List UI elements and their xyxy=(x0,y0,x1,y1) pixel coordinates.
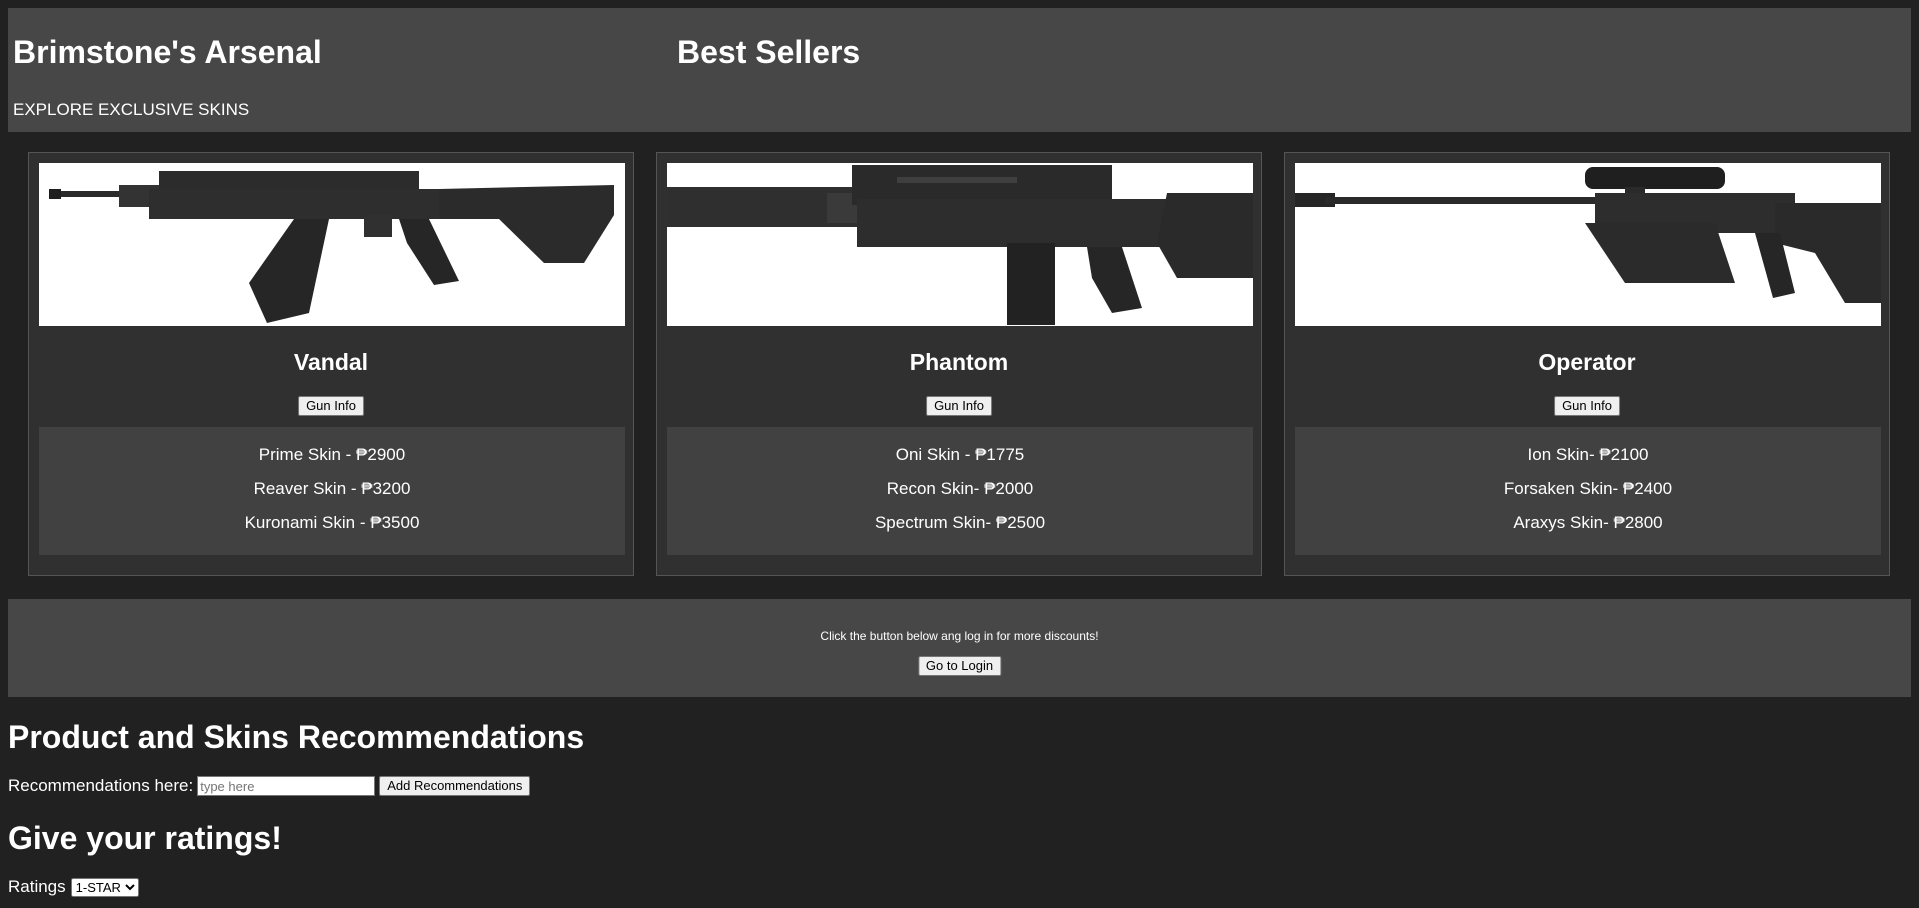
recommendations-label: Recommendations here: xyxy=(8,776,194,795)
operator-sniper-image xyxy=(1295,163,1881,326)
vandal-rifle-icon xyxy=(49,171,614,323)
brand-title: Brimstone's Arsenal xyxy=(13,34,322,70)
operator-sniper-icon xyxy=(1295,167,1881,303)
ratings-select[interactable]: 1-STAR xyxy=(70,877,139,897)
skin-item: Spectrum Skin- ₱2500 xyxy=(874,513,1046,532)
skin-list: Oni Skin - ₱1775 Recon Skin- ₱2000 Spect… xyxy=(667,427,1253,555)
gun-name: Vandal xyxy=(293,349,369,375)
skin-item: Oni Skin - ₱1775 xyxy=(895,445,1025,464)
vandal-rifle-image xyxy=(39,163,625,326)
product-card-operator: Operator Gun Info Ion Skin- ₱2100 Forsak… xyxy=(1284,152,1890,576)
login-promo-panel: Click the button below ang log in for mo… xyxy=(8,599,1911,697)
ratings-row: Ratings 1-STAR xyxy=(8,877,139,897)
gun-name: Operator xyxy=(1538,349,1636,375)
best-sellers-title: Best Sellers xyxy=(677,34,861,70)
product-card-phantom: Phantom Gun Info Oni Skin - ₱1775 Recon … xyxy=(656,152,1262,576)
phantom-rifle-icon xyxy=(667,165,1253,325)
gun-info-button[interactable]: Gun Info xyxy=(926,396,992,416)
skin-list: Prime Skin - ₱2900 Reaver Skin - ₱3200 K… xyxy=(39,427,625,555)
go-to-login-button[interactable]: Go to Login xyxy=(917,656,1002,676)
header-bar: Brimstone's Arsenal EXPLORE EXCLUSIVE SK… xyxy=(8,8,1911,132)
recommendations-input[interactable] xyxy=(197,776,376,796)
promo-text: Click the button below ang log in for mo… xyxy=(820,629,1099,643)
ratings-title: Give your ratings! xyxy=(8,820,282,856)
skin-item: Ion Skin- ₱2100 xyxy=(1527,445,1649,464)
skin-item: Kuronami Skin - ₱3500 xyxy=(244,513,420,532)
recommendations-row: Recommendations here: Add Recommendation… xyxy=(8,776,531,796)
product-card-vandal: Vandal Gun Info Prime Skin - ₱2900 Reave… xyxy=(28,152,634,576)
add-recommendations-button[interactable]: Add Recommendations xyxy=(379,776,531,796)
recommendations-title: Product and Skins Recommendations xyxy=(8,719,585,755)
tagline: EXPLORE EXCLUSIVE SKINS xyxy=(13,100,250,119)
ratings-label: Ratings xyxy=(8,877,66,896)
skin-item: Reaver Skin - ₱3200 xyxy=(253,479,411,498)
gun-name: Phantom xyxy=(909,349,1009,375)
skin-list: Ion Skin- ₱2100 Forsaken Skin- ₱2400 Ara… xyxy=(1295,427,1881,555)
skin-item: Recon Skin- ₱2000 xyxy=(886,479,1034,498)
skin-item: Forsaken Skin- ₱2400 xyxy=(1503,479,1673,498)
gun-info-button[interactable]: Gun Info xyxy=(1554,396,1620,416)
phantom-rifle-image xyxy=(667,163,1253,326)
gun-info-button[interactable]: Gun Info xyxy=(298,396,364,416)
skin-item: Araxys Skin- ₱2800 xyxy=(1513,513,1663,532)
skin-item: Prime Skin - ₱2900 xyxy=(258,445,406,464)
